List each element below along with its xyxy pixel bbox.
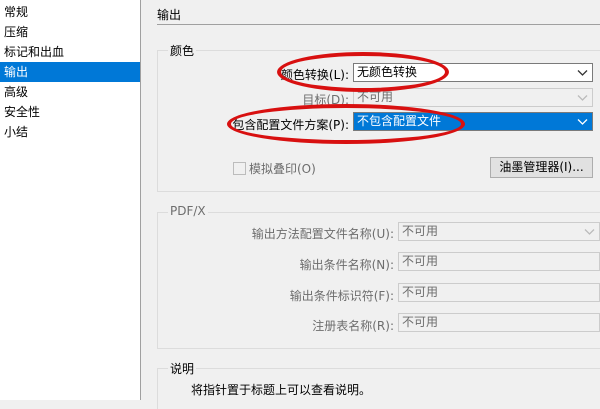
registry-name-label: 注册表名称(R): [312,319,394,333]
section-divider [157,24,600,25]
output-intent-profile-select[interactable]: 不可用 [398,222,600,241]
ink-manager-button[interactable]: 油墨管理器(I)... [490,157,593,178]
output-intent-profile-value: 不可用 [402,224,439,238]
sidebar-item-advanced[interactable]: 高级 [0,82,140,102]
color-conversion-select[interactable]: 无颜色转换 [353,63,593,82]
description-title: 说明 [168,360,197,377]
output-condition-identifier-value: 不可用 [402,285,439,299]
sidebar-item-compression[interactable]: 压缩 [0,22,140,42]
sidebar-item-output[interactable]: 输出 [0,62,140,82]
output-condition-name-field[interactable]: 不可用 [398,252,600,271]
profile-policy-select[interactable]: 不包含配置文件 [353,112,593,131]
output-panel: 输出 颜色 颜色转换(L): 无颜色转换 目标(D): 不可用 包含配置文件方案… [141,0,600,409]
chevron-down-icon [577,116,588,127]
output-condition-name-label: 输出条件名称(N): [299,258,394,272]
output-intent-profile-label: 输出方法配置文件名称(U): [251,227,394,241]
output-condition-identifier-label: 输出条件标识符(F): [289,289,394,303]
destination-label: 目标(D): [302,93,349,107]
sidebar-item-summary[interactable]: 小结 [0,122,140,142]
chevron-down-icon [577,92,588,103]
color-group-title: 颜色 [168,42,197,59]
simulate-overprint-label: 模拟叠印(O) [249,162,316,176]
registry-name-field[interactable]: 不可用 [398,313,600,332]
chevron-down-icon [584,226,595,237]
profile-policy-label: 包含配置文件方案(P): [232,118,349,132]
color-conversion-value: 无颜色转换 [357,65,418,79]
sidebar-item-general[interactable]: 常规 [0,2,140,22]
profile-policy-value: 不包含配置文件 [357,114,442,128]
description-text: 将指针置于标题上可以查看说明。 [191,383,372,397]
chevron-down-icon [577,67,588,78]
pdfx-group-title: PDF/X [168,204,208,218]
output-condition-identifier-field[interactable]: 不可用 [398,283,600,302]
destination-value: 不可用 [357,90,394,104]
sidebar-item-marks-bleeds[interactable]: 标记和出血 [0,42,140,62]
registry-name-value: 不可用 [402,315,439,329]
section-title: 输出 [157,8,182,22]
category-list: 常规 压缩 标记和出血 输出 高级 安全性 小结 [0,0,141,400]
output-condition-name-value: 不可用 [402,254,439,268]
destination-select[interactable]: 不可用 [353,88,593,107]
sidebar-item-security[interactable]: 安全性 [0,102,140,122]
simulate-overprint-checkbox[interactable] [233,162,246,175]
color-conversion-label: 颜色转换(L): [280,68,349,82]
